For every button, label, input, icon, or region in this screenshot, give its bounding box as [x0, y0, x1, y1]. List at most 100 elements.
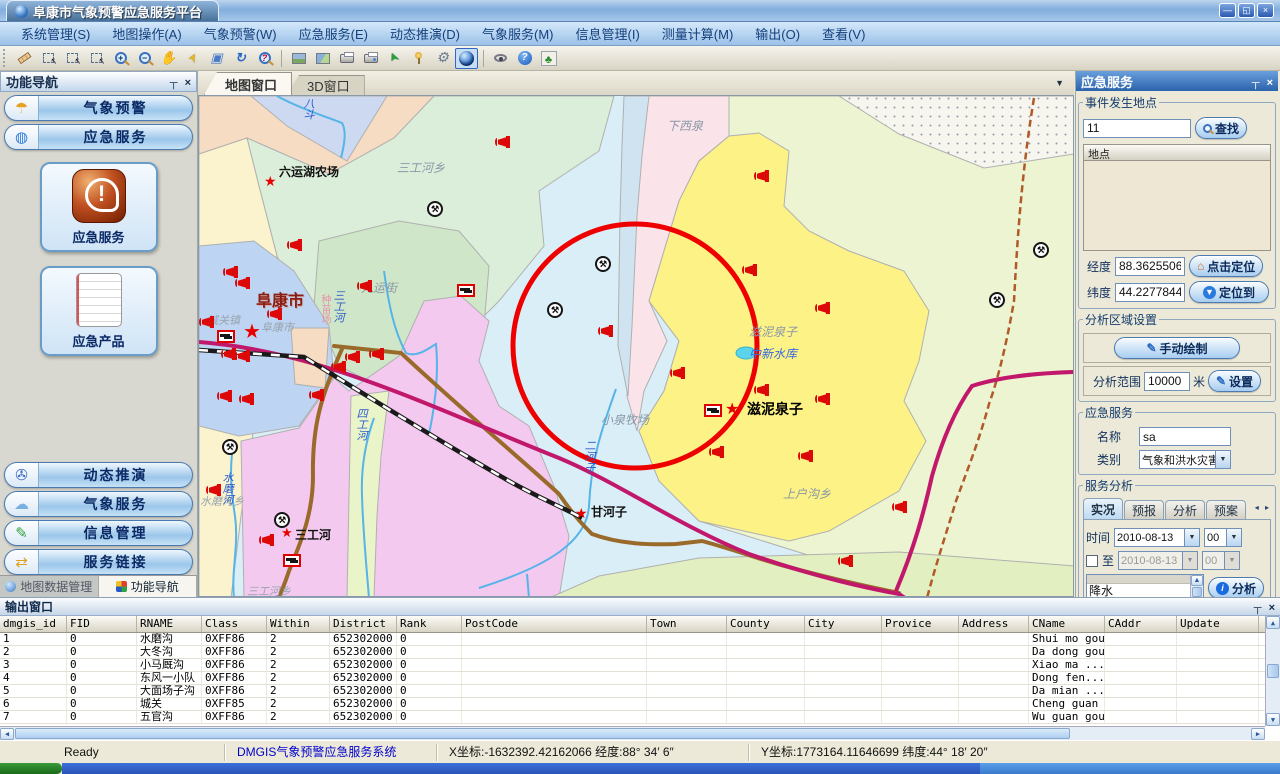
longitude-field[interactable] [1115, 257, 1185, 276]
emergency-service-button[interactable]: 应急服务 [40, 162, 158, 252]
print-button[interactable] [335, 48, 358, 69]
column-header-Update[interactable]: Update [1177, 616, 1259, 632]
left-tab-2[interactable]: 功能导航 [99, 576, 198, 597]
zoom-in-button[interactable] [109, 48, 132, 69]
full-extent-button[interactable] [205, 48, 228, 69]
latitude-field[interactable] [1115, 283, 1185, 302]
map-tab-2[interactable]: 3D窗口 [286, 75, 365, 95]
scroll-down-icon[interactable]: ▼ [1266, 713, 1280, 726]
column-header-District[interactable]: District [330, 616, 397, 632]
column-header-FID[interactable]: FID [67, 616, 137, 632]
analysis-tab-4[interactable]: 预案 [1206, 500, 1246, 519]
minimize-button[interactable]: — [1219, 3, 1236, 18]
column-header-dmgis_id[interactable]: dmgis_id [0, 616, 67, 632]
scroll-thumb[interactable] [1192, 587, 1202, 597]
listbox-scrollbar[interactable]: ▲▼ [1190, 575, 1203, 597]
left-tab-1[interactable]: 地图数据管理 [0, 576, 99, 597]
pin-icon[interactable]: ┬ [170, 77, 178, 89]
menu-item-3[interactable]: 气象预警(W) [193, 21, 288, 46]
column-header-RNAME[interactable]: RNAME [137, 616, 202, 632]
ruler-button[interactable] [13, 48, 36, 69]
menu-item-6[interactable]: 气象服务(M) [471, 21, 565, 46]
sidebar-item-bottom-1[interactable]: ☁气象服务 [4, 491, 193, 517]
table-row[interactable]: 30小马厩沟0XFF8626523020000Xiao ma ... [0, 659, 1280, 672]
pin-icon[interactable]: ┬ [1254, 602, 1262, 614]
scroll-right-icon[interactable]: ▶ [1251, 728, 1265, 740]
menu-item-7[interactable]: 信息管理(I) [565, 21, 651, 46]
print-preview-button[interactable] [359, 48, 382, 69]
column-header-Class[interactable]: Class [202, 616, 267, 632]
column-header-Rank[interactable]: Rank [397, 616, 462, 632]
table-row[interactable]: 10水磨沟0XFF8626523020000Shui mo gou [0, 633, 1280, 646]
table-row[interactable]: 70五官沟0XFF8626523020000Wu guan gou [0, 711, 1280, 724]
image-export-button[interactable] [287, 48, 310, 69]
scroll-thumb[interactable] [15, 728, 1070, 739]
menu-item-2[interactable]: 地图操作(A) [101, 21, 192, 46]
menu-item-8[interactable]: 测量计算(M) [651, 21, 745, 46]
emergency-product-button[interactable]: 应急产品 [40, 266, 158, 356]
tab-list-dropdown-icon[interactable]: ▼ [1055, 78, 1064, 88]
table-row[interactable]: 40东风一小队0XFF8626523020000Dong fen... [0, 672, 1280, 685]
start-button-edge[interactable] [0, 763, 62, 774]
to-checkbox[interactable] [1086, 555, 1098, 567]
menu-item-9[interactable]: 输出(O) [744, 21, 811, 46]
pin-icon[interactable]: ┬ [1252, 77, 1260, 89]
column-header-Address[interactable]: Address [959, 616, 1029, 632]
help-button[interactable] [513, 48, 536, 69]
menu-item-10[interactable]: 查看(V) [811, 21, 876, 46]
location-search-input[interactable] [1083, 119, 1191, 138]
column-header-City[interactable]: City [805, 616, 882, 632]
menu-item-5[interactable]: 动态推演(D) [379, 21, 471, 46]
scroll-up-icon[interactable]: ▲ [1266, 616, 1280, 629]
sidebar-item-top-0[interactable]: ☂气象预警 [4, 95, 193, 121]
menu-item-4[interactable]: 应急服务(E) [288, 21, 379, 46]
restore-button[interactable]: ◱ [1238, 3, 1255, 18]
pan-hand-button[interactable] [157, 48, 180, 69]
sidebar-item-bottom-0[interactable]: ✇动态推演 [4, 462, 193, 488]
date-select[interactable]: 2010-08-13▼ [1114, 528, 1200, 547]
legend-tree-button[interactable] [537, 48, 560, 69]
service-type-select[interactable]: 气象和洪水灾害▼ [1139, 450, 1231, 469]
menu-item-1[interactable]: 系统管理(S) [10, 21, 101, 46]
close-icon[interactable]: × [1267, 77, 1273, 89]
select-point-button[interactable] [85, 48, 108, 69]
search-button[interactable]: 查找 [1195, 117, 1247, 139]
globe-tool-button[interactable] [455, 48, 478, 69]
table-row[interactable]: 50大面场子沟0XFF8626523020000Da mian ... [0, 685, 1280, 698]
zoom-out-button[interactable] [133, 48, 156, 69]
column-header-PostCode[interactable]: PostCode [462, 616, 647, 632]
green-pointer-button[interactable] [383, 48, 406, 69]
select-polygon-button[interactable] [37, 48, 60, 69]
sidebar-item-bottom-3[interactable]: ⇄服务链接 [4, 549, 193, 575]
analyze-button[interactable]: i分析 [1208, 577, 1264, 597]
range-set-button[interactable]: ✎设置 [1208, 370, 1261, 392]
analysis-tab-2[interactable]: 预报 [1124, 500, 1164, 519]
close-icon[interactable]: × [1269, 602, 1275, 614]
visibility-eye-button[interactable] [489, 48, 512, 69]
list-item[interactable]: 降水 [1087, 584, 1203, 597]
scroll-left-icon[interactable]: ◀ [0, 728, 14, 740]
table-row[interactable]: 20大冬沟0XFF8626523020000Da dong gou [0, 646, 1280, 659]
analysis-range-input[interactable] [1144, 372, 1190, 391]
map-export-button[interactable] [311, 48, 334, 69]
sidebar-item-bottom-2[interactable]: ✎信息管理 [4, 520, 193, 546]
column-header-Town[interactable]: Town [647, 616, 727, 632]
placemark-button[interactable] [407, 48, 430, 69]
horizontal-scrollbar[interactable]: ◀▶ [0, 726, 1265, 740]
location-list[interactable] [1083, 161, 1271, 251]
select-rect-button[interactable] [61, 48, 84, 69]
scroll-thumb[interactable] [1267, 664, 1279, 678]
map-canvas[interactable]: 八斗六运湖农场三工河乡下西泉九运街阜康市城关镇阜康市种苗场三工河滋泥泉子滋泥泉子… [198, 95, 1074, 597]
service-name-input[interactable] [1139, 427, 1231, 446]
close-icon[interactable]: × [185, 77, 191, 89]
settings-gear-button[interactable] [431, 48, 454, 69]
refresh-button[interactable] [229, 48, 252, 69]
element-listbox[interactable]: 降水空气温度 ▲▼ [1086, 574, 1204, 597]
analysis-tab-3[interactable]: 分析 [1165, 500, 1205, 519]
vertical-scrollbar[interactable]: ▲▼ [1265, 616, 1280, 726]
column-header-Within[interactable]: Within [267, 616, 330, 632]
manual-draw-button[interactable]: ✎手动绘制 [1114, 337, 1240, 359]
hour-select[interactable]: 00▼ [1204, 528, 1242, 547]
pointer-button[interactable] [181, 48, 204, 69]
zoom-query-button[interactable] [253, 48, 276, 69]
